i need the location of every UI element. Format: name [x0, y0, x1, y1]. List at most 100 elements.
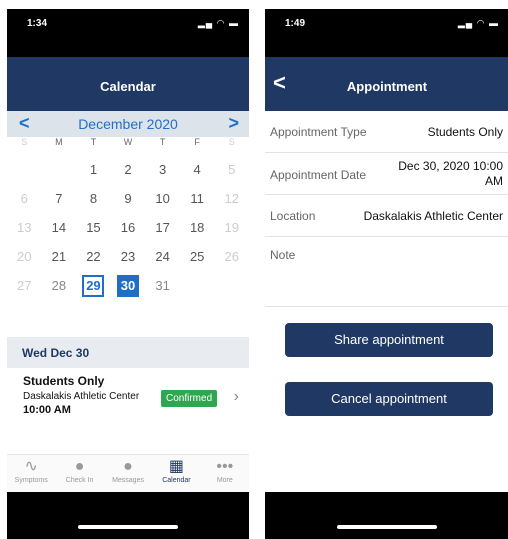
calendar-day[interactable]: 10: [145, 184, 180, 213]
nav-bar: < Appointment: [265, 57, 508, 111]
calendar-day[interactable]: 7: [42, 184, 77, 213]
calendar-day[interactable]: 28: [42, 271, 77, 300]
weekday-label: T: [159, 137, 166, 147]
calendar-day-number: 23: [120, 249, 136, 264]
calendar-day[interactable]: 29: [76, 271, 111, 300]
tab-messages[interactable]: ● Messages: [104, 455, 152, 492]
cancel-appointment-button[interactable]: Cancel appointment: [285, 382, 493, 416]
calendar-week: 20 21 22 23 24 25 26: [7, 242, 249, 271]
calendar-day[interactable]: 16: [111, 213, 146, 242]
calendar-day[interactable]: 8: [76, 184, 111, 213]
calendar-day-number: 18: [189, 220, 205, 235]
calendar-day[interactable]: 9: [111, 184, 146, 213]
calendar-day-number: 9: [124, 191, 132, 206]
month-selector: < December 2020 >: [7, 111, 249, 137]
location-row: Location Daskalakis Athletic Center: [265, 195, 508, 237]
calendar-day-number: 21: [51, 249, 67, 264]
calendar-day-number: 29: [82, 274, 105, 297]
tab-check-in[interactable]: ● Check In: [55, 455, 103, 492]
calendar-day[interactable]: 13: [7, 213, 42, 242]
weekday-label: S: [228, 137, 235, 147]
calendar-day-number: 6: [20, 191, 28, 206]
status-indicators-icon: ▂▄ ◠ ▬: [457, 18, 499, 28]
tab-calendar[interactable]: ▦ Calendar: [152, 455, 200, 492]
appointment-date-label: Appointment Date: [270, 168, 367, 182]
appointment-date-line1: Dec 30, 2020 10:00: [398, 159, 503, 173]
calendar-day-number: 22: [86, 249, 101, 264]
calendar-day-number: 25: [189, 249, 205, 264]
more-dots-icon: •••: [216, 458, 234, 475]
tab-label: More: [216, 477, 233, 484]
calendar-day[interactable]: 19: [214, 213, 249, 242]
location-pin-icon: ●: [74, 458, 85, 475]
tab-label: Messages: [112, 477, 144, 484]
status-time: 1:49: [285, 18, 306, 29]
calendar-day[interactable]: 22: [76, 242, 111, 271]
tab-label: Calendar: [162, 477, 191, 484]
note-row: Note: [265, 237, 508, 307]
calendar-day-number: 15: [86, 220, 101, 235]
page-title: Calendar: [100, 79, 156, 94]
calendar-week: 1 2 3 4 5: [7, 155, 249, 184]
calendar-day-number: 5: [228, 162, 236, 177]
calendar-day[interactable]: 23: [111, 242, 146, 271]
calendar-day[interactable]: 1: [76, 155, 111, 184]
calendar-day[interactable]: 31: [145, 271, 180, 300]
calendar-day[interactable]: 3: [145, 155, 180, 184]
calendar-day[interactable]: 18: [180, 213, 215, 242]
calendar-icon: ▦: [168, 458, 184, 475]
calendar-day[interactable]: 26: [214, 242, 249, 271]
calendar-day[interactable]: 21: [42, 242, 77, 271]
calendar-day-number: 10: [155, 191, 170, 206]
tab-label: Symptoms: [14, 477, 48, 484]
calendar-day[interactable]: 20: [7, 242, 42, 271]
appointment-type-row: Appointment Type Students Only: [265, 111, 508, 153]
weekday-label: F: [194, 137, 200, 147]
appointment-type-value: Students Only: [427, 125, 503, 139]
calendar-day[interactable]: 6: [7, 184, 42, 213]
appointment-screen: 1:49 ▂▄ ◠ ▬ < Appointment Appointment Ty…: [265, 9, 508, 539]
weekday-label: W: [123, 137, 133, 147]
calendar-day[interactable]: 4: [180, 155, 215, 184]
location-label: Location: [270, 209, 316, 223]
calendar-day-number: 8: [89, 191, 98, 206]
calendar-day-number: 30: [117, 274, 140, 297]
calendar-day[interactable]: 12: [214, 184, 249, 213]
page-title: Appointment: [346, 79, 428, 94]
calendar-day[interactable]: 5: [214, 155, 249, 184]
calendar-day-number: 26: [224, 249, 239, 264]
calendar-day[interactable]: 30: [111, 271, 146, 300]
nav-bar: Calendar: [7, 57, 249, 111]
tab-symptoms[interactable]: ∿ Symptoms: [7, 455, 55, 492]
calendar-day[interactable]: 14: [42, 213, 77, 242]
calendar-day[interactable]: 2: [111, 155, 146, 184]
calendar-day-number: 14: [51, 220, 67, 235]
calendar-day-number: 1: [89, 162, 98, 177]
weekday-header: SMTWTFS: [7, 137, 249, 151]
home-indicator: [78, 525, 178, 529]
calendar-day[interactable]: 15: [76, 213, 111, 242]
weekday-label: M: [55, 137, 63, 147]
share-appointment-button[interactable]: Share appointment: [285, 323, 493, 357]
calendar-day-number: 12: [224, 191, 239, 206]
home-indicator: [337, 525, 437, 529]
note-label: Note: [270, 248, 296, 262]
calendar-day[interactable]: 17: [145, 213, 180, 242]
tab-more[interactable]: ••• More: [201, 455, 249, 492]
calendar-day-number: 28: [51, 278, 67, 293]
calendar-day[interactable]: 27: [7, 271, 42, 300]
calendar-day-number: 4: [193, 162, 201, 177]
location-value: Daskalakis Athletic Center: [363, 209, 503, 223]
next-month-icon[interactable]: >: [228, 113, 239, 134]
calendar-grid: 1 2 3 4 5 6 7 8 9 10 11 12 13 14 15 16 17 18 19 20 21 22 23 24 2…: [7, 155, 249, 300]
calendar-day[interactable]: 11: [180, 184, 215, 213]
calendar-day-number: 31: [155, 278, 170, 293]
tab-label: Check In: [65, 477, 94, 484]
chevron-right-icon: ›: [233, 388, 239, 405]
calendar-day[interactable]: 24: [145, 242, 180, 271]
calendar-day[interactable]: 25: [180, 242, 215, 271]
weekday-label: S: [21, 137, 28, 147]
tab-bar: ∿ Symptoms ● Check In ● Messages ▦ Calendar ••• M…: [7, 454, 249, 492]
appointment-list-item[interactable]: Students Only Daskalakis Athletic Center…: [7, 368, 249, 430]
calendar-week: 27 28 29 30 31: [7, 271, 249, 300]
